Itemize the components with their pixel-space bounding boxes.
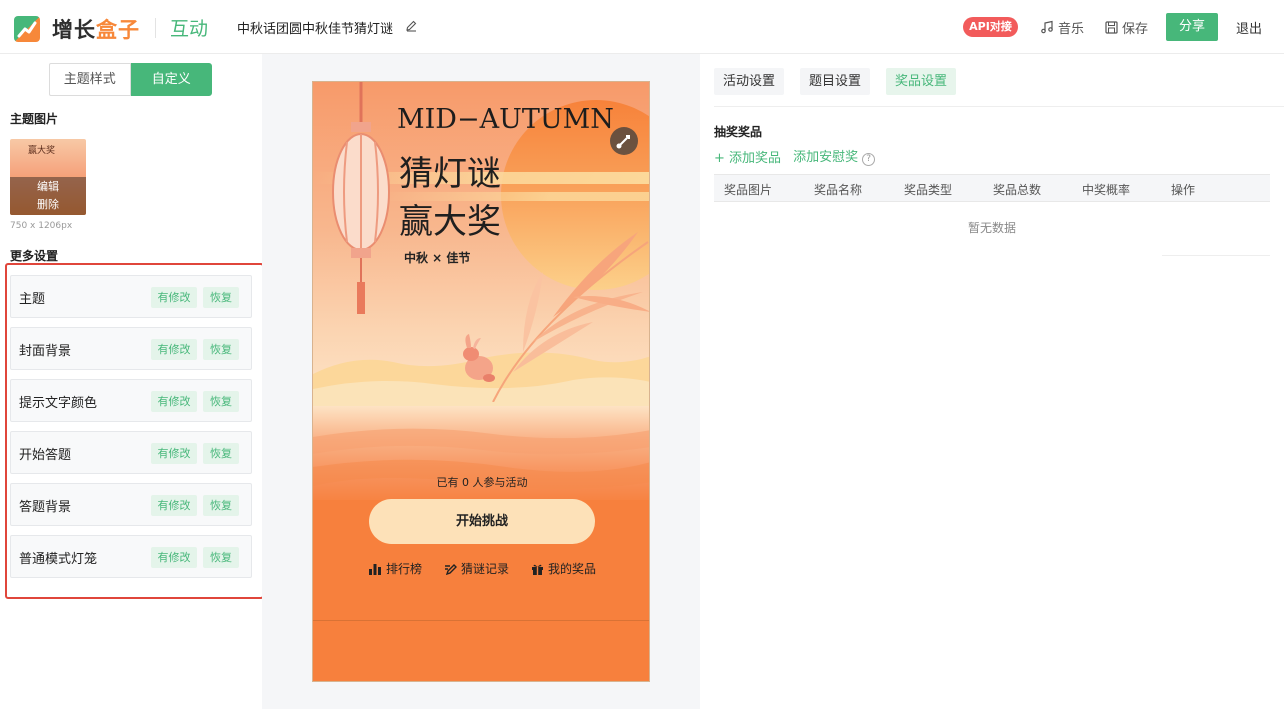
divider — [313, 620, 649, 621]
music-note-icon — [1041, 20, 1053, 34]
prize-actions: + 添加奖品 添加安慰奖? — [714, 146, 876, 166]
save-icon — [1105, 20, 1118, 34]
exit-button[interactable]: 退出 — [1236, 18, 1262, 37]
restore-button[interactable]: 恢复 — [203, 287, 239, 308]
preview-title-line2: 赢大奖 — [399, 202, 501, 242]
setting-label: 开始答题 — [19, 448, 72, 463]
leaderboard-link[interactable]: 排行榜 — [368, 560, 422, 577]
bar-chart-icon — [368, 563, 381, 575]
top-header: 增长盒子 互动 中秋话团圆中秋佳节猜灯谜 API对接 音乐 保存 分享 退出 — [0, 0, 1284, 54]
gift-icon — [532, 564, 543, 575]
tab-question-settings[interactable]: 题目设置 — [800, 68, 871, 95]
theme-image-thumbnail[interactable]: 赢大奖 编辑 删除 — [10, 139, 86, 215]
settings-tabs: 活动设置 题目设置 奖品设置 — [714, 68, 957, 95]
setting-row-cover-background[interactable]: 封面背景 有修改 恢复 — [10, 327, 252, 370]
right-panel: 活动设置 题目设置 奖品设置 抽奖奖品 + 添加奖品 添加安慰奖? 奖品图片 奖… — [700, 54, 1284, 709]
empty-state: 暂无数据 — [967, 221, 1016, 235]
preview-english-title: MID−AUTUMN — [397, 104, 614, 135]
divider — [1162, 255, 1270, 256]
column-header: 中奖概率 — [1082, 183, 1131, 197]
preview-title-line1: 猜灯谜 — [399, 154, 501, 194]
plus-icon: + — [714, 150, 725, 166]
music-button[interactable]: 音乐 — [1040, 18, 1085, 37]
music-label: 音乐 — [1058, 21, 1085, 37]
save-button[interactable]: 保存 — [1105, 18, 1149, 37]
modified-tag: 有修改 — [151, 495, 197, 516]
preview-subtitle: 中秋 × 佳节 — [404, 251, 471, 265]
column-header: 奖品总数 — [993, 183, 1042, 197]
modified-tag: 有修改 — [151, 287, 197, 308]
help-icon[interactable]: ? — [862, 153, 876, 166]
modified-tag: 有修改 — [151, 391, 197, 412]
column-header: 奖品类型 — [904, 183, 953, 197]
restore-button[interactable]: 恢复 — [203, 339, 239, 360]
modified-tag: 有修改 — [151, 443, 197, 464]
more-settings-title: 更多设置 — [10, 249, 59, 263]
setting-row-hint-text-color[interactable]: 提示文字颜色 有修改 恢复 — [10, 379, 252, 422]
tab-theme-style[interactable]: 主题样式 — [49, 63, 131, 96]
logo-icon — [14, 16, 40, 42]
edit-icon[interactable] — [405, 19, 418, 32]
setting-label: 主题 — [19, 292, 46, 307]
setting-row-lantern[interactable]: 普通模式灯笼 有修改 恢复 — [10, 535, 252, 578]
setting-label: 提示文字颜色 — [19, 396, 98, 411]
share-button[interactable]: 分享 — [1166, 13, 1218, 41]
column-header: 操作 — [1171, 183, 1196, 197]
activity-title: 中秋话团圆中秋佳节猜灯谜 — [237, 22, 394, 37]
tab-prize-settings[interactable]: 奖品设置 — [886, 68, 957, 95]
prize-table-header: 奖品图片 奖品名称 奖品类型 奖品总数 中奖概率 操作 — [714, 174, 1270, 202]
pencil-icon — [444, 563, 457, 575]
restore-button[interactable]: 恢复 — [203, 443, 239, 464]
add-prize-button[interactable]: + 添加奖品 — [714, 147, 781, 166]
column-header: 奖品图片 — [724, 183, 773, 197]
module-name: 互动 — [170, 18, 209, 40]
thumbnail-text: 赢大奖 — [28, 146, 56, 156]
setting-row-theme[interactable]: 主题 有修改 恢复 — [10, 275, 252, 318]
modified-tag: 有修改 — [151, 547, 197, 568]
setting-row-start-quiz[interactable]: 开始答题 有修改 恢复 — [10, 431, 252, 474]
setting-label: 普通模式灯笼 — [19, 552, 98, 567]
my-prizes-label: 我的奖品 — [548, 562, 597, 576]
restore-button[interactable]: 恢复 — [203, 547, 239, 568]
participant-count: 已有 0 人参与活动 — [436, 476, 528, 489]
divider — [155, 18, 156, 38]
save-label: 保存 — [1122, 21, 1149, 37]
preview-area: MID−AUTUMN 猜灯谜 赢大奖 中秋 × 佳节 已有 0 人参与活动 开始… — [262, 54, 700, 709]
logo-text: 增长盒子 — [52, 18, 140, 42]
theme-image-title: 主题图片 — [10, 112, 59, 126]
theme-mode-switch: 主题样式 自定义 — [49, 63, 212, 96]
modified-tag: 有修改 — [151, 339, 197, 360]
api-badge[interactable]: API对接 — [963, 17, 1018, 37]
setting-label: 答题背景 — [19, 500, 72, 515]
setting-row-quiz-background[interactable]: 答题背景 有修改 恢复 — [10, 483, 252, 526]
add-consolation-button[interactable]: 添加安慰奖? — [793, 146, 876, 166]
image-dimensions: 750 x 1206px — [10, 221, 73, 231]
restore-button[interactable]: 恢复 — [203, 495, 239, 516]
rabbit-icon — [463, 334, 495, 382]
left-panel: 主题样式 自定义 主题图片 赢大奖 编辑 删除 750 x 1206px 更多设… — [0, 54, 264, 709]
delete-image-button[interactable]: 删除 — [10, 196, 86, 214]
lantern-icon — [332, 82, 390, 314]
setting-label: 封面背景 — [19, 344, 72, 359]
edit-image-button[interactable]: 编辑 — [10, 178, 86, 196]
my-prizes-link[interactable]: 我的奖品 — [531, 560, 596, 577]
tab-custom[interactable]: 自定义 — [130, 63, 212, 96]
tab-activity-settings[interactable]: 活动设置 — [714, 68, 785, 95]
music-toggle-icon[interactable] — [610, 127, 638, 155]
riddle-record-link[interactable]: 猜谜记录 — [444, 560, 509, 577]
phone-preview: MID−AUTUMN 猜灯谜 赢大奖 中秋 × 佳节 已有 0 人参与活动 开始… — [312, 81, 650, 682]
leaderboard-label: 排行榜 — [385, 562, 422, 576]
prize-section-title: 抽奖奖品 — [714, 125, 763, 139]
divider — [714, 106, 1284, 107]
start-challenge-button[interactable]: 开始挑战 — [369, 499, 595, 544]
column-header: 奖品名称 — [814, 183, 863, 197]
riddle-record-label: 猜谜记录 — [460, 562, 509, 576]
thumbnail-overlay: 编辑 删除 — [10, 177, 86, 215]
preview-links: 排行榜 猜谜记录 我的奖品 — [313, 560, 649, 577]
restore-button[interactable]: 恢复 — [203, 391, 239, 412]
